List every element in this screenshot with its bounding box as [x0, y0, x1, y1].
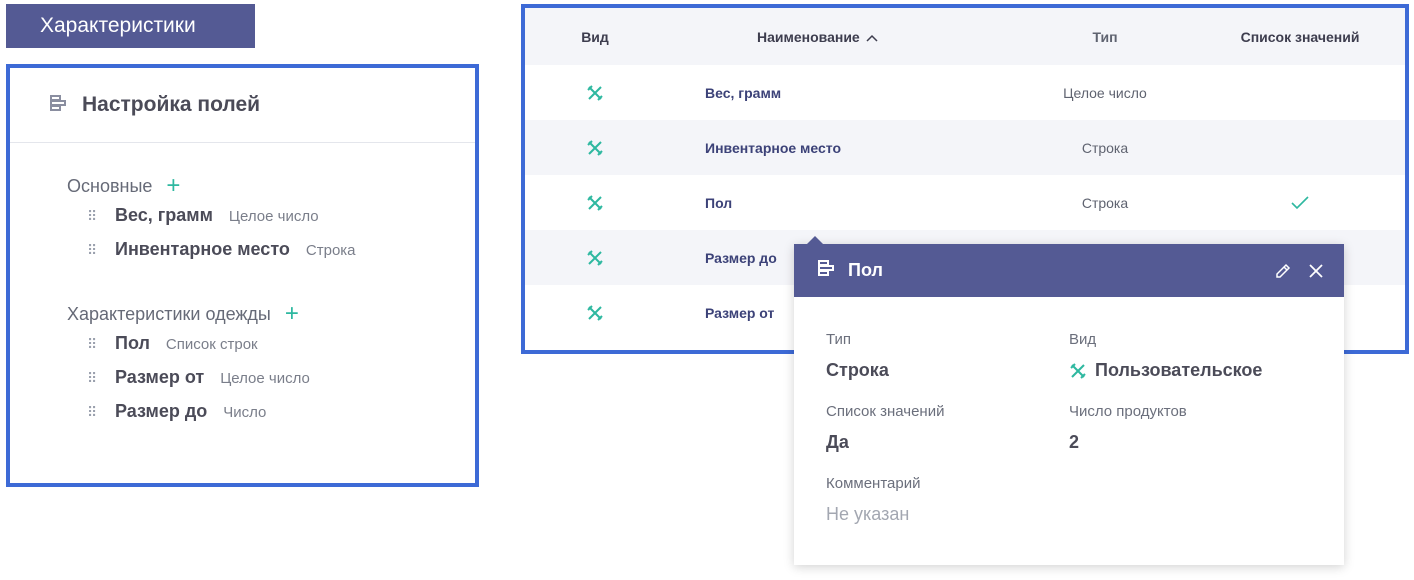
plus-icon[interactable]: +: [166, 174, 180, 198]
check-icon: [1195, 195, 1405, 211]
row-name[interactable]: Инвентарное место: [665, 140, 1015, 156]
table-row[interactable]: Инвентарное место Строка: [525, 120, 1405, 175]
section-tag-label: Характеристики: [40, 14, 196, 37]
drag-handle-icon[interactable]: ⠿: [87, 208, 115, 225]
field-details-popup: Пол Тип Строка Вид Пользовательское Спис…: [794, 236, 1344, 565]
row-type: Целое число: [1063, 84, 1147, 101]
popup-kind-label: Вид: [1069, 331, 1097, 348]
field-item[interactable]: ⠿ Размер до Число: [67, 401, 475, 435]
group-title-text: Основные: [67, 175, 153, 196]
field-name: Размер до: [115, 401, 208, 421]
group-title-text: Характеристики одежды: [67, 303, 271, 324]
table-header: Вид Наименование Тип Список значений: [525, 8, 1405, 65]
popup-products: Число продуктов 2: [1069, 403, 1187, 453]
field-name: Инвентарное место: [115, 239, 290, 259]
popup-list-label: Список значений: [826, 403, 945, 420]
drag-handle-icon[interactable]: ⠿: [87, 404, 115, 421]
field-item[interactable]: ⠿ Вес, грамм Целое число: [67, 205, 475, 239]
column-header-name[interactable]: Наименование: [665, 29, 1015, 45]
custom-field-icon: [525, 249, 665, 267]
field-settings-panel: Настройка полей Основные + ⠿ Вес, грамм …: [6, 64, 479, 487]
popup-title: Пол: [848, 260, 883, 280]
drag-handle-icon[interactable]: ⠿: [87, 370, 115, 387]
popup-type-label: Тип: [826, 331, 852, 348]
field-settings-header: Настройка полей: [10, 68, 475, 143]
popup-list-value: Да: [826, 432, 849, 452]
column-header-vid[interactable]: Вид: [525, 29, 665, 45]
field-name: Размер от: [115, 367, 205, 387]
section-tag: Характеристики: [6, 4, 255, 48]
field-group-clothing: Характеристики одежды + ⠿ Пол Список стр…: [10, 299, 475, 435]
fields-icon: [48, 93, 68, 118]
drag-handle-icon[interactable]: ⠿: [87, 336, 115, 353]
row-type: Строка: [1081, 139, 1129, 156]
pencil-icon[interactable]: [1274, 262, 1292, 280]
table-row[interactable]: Пол Строка: [525, 175, 1405, 230]
row-name[interactable]: Пол: [665, 195, 1015, 211]
group-title: Основные +: [67, 171, 475, 201]
popup-kind-value: Пользовательское: [1095, 360, 1263, 380]
close-icon[interactable]: [1308, 263, 1324, 279]
popup-products-label: Число продуктов: [1069, 403, 1187, 420]
popup-kind: Вид Пользовательское: [1069, 331, 1262, 381]
field-item[interactable]: ⠿ Инвентарное место Строка: [67, 239, 475, 273]
popup-comment: Комментарий Не указан: [826, 475, 920, 525]
custom-field-icon: [1069, 362, 1087, 380]
column-header-type[interactable]: Тип: [1015, 29, 1195, 45]
column-header-list[interactable]: Список значений: [1195, 29, 1405, 45]
popup-products-value: 2: [1069, 432, 1080, 452]
custom-field-icon: [525, 139, 665, 157]
field-name: Пол: [115, 333, 150, 353]
popup-header: Пол: [794, 244, 1344, 297]
row-name[interactable]: Вес, грамм: [665, 85, 1015, 101]
field-item[interactable]: ⠿ Пол Список строк: [67, 333, 475, 367]
drag-handle-icon[interactable]: ⠿: [87, 242, 115, 259]
field-item[interactable]: ⠿ Размер от Целое число: [67, 367, 475, 401]
column-header-name-text: Наименование: [757, 28, 860, 45]
group-title: Характеристики одежды +: [67, 299, 475, 329]
field-type: Список строк: [165, 336, 258, 353]
custom-field-icon: [525, 304, 665, 322]
custom-field-icon: [525, 84, 665, 102]
table-row[interactable]: Вес, грамм Целое число: [525, 65, 1405, 120]
popup-type-value: Строка: [826, 360, 889, 380]
field-settings-title: Настройка полей: [82, 93, 261, 116]
plus-icon[interactable]: +: [285, 302, 299, 326]
custom-field-icon: [525, 194, 665, 212]
row-type: Строка: [1081, 194, 1129, 211]
field-type: Целое число: [220, 370, 310, 387]
sort-asc-icon[interactable]: [866, 29, 878, 45]
popup-comment-label: Комментарий: [826, 475, 921, 492]
fields-icon: [816, 258, 836, 283]
popup-list: Список значений Да: [826, 403, 944, 453]
field-type: Число: [223, 404, 267, 421]
popup-comment-value: Не указан: [826, 504, 910, 524]
popup-arrow: [807, 236, 823, 244]
field-group-basic: Основные + ⠿ Вес, грамм Целое число ⠿ Ин…: [10, 171, 475, 273]
field-name: Вес, грамм: [115, 205, 213, 225]
field-type: Строка: [305, 242, 356, 259]
popup-kind-value-wrap: Пользовательское: [1069, 360, 1262, 381]
popup-type: Тип Строка: [826, 331, 889, 381]
field-type: Целое число: [228, 208, 319, 225]
